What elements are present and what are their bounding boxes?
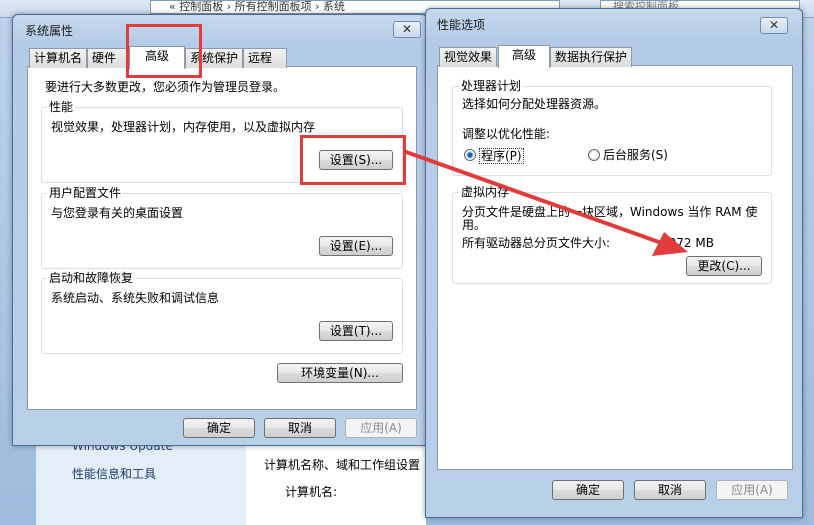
- startup-recovery-group-label: 启动和故障恢复: [47, 271, 136, 285]
- system-properties-ok-button[interactable]: 确定: [183, 418, 255, 438]
- tab-advanced-perf[interactable]: 高级: [498, 45, 550, 68]
- performance-options-cancel-button[interactable]: 取消: [634, 480, 706, 500]
- user-profiles-group-label: 用户配置文件: [47, 186, 124, 200]
- performance-options-ok-button[interactable]: 确定: [552, 480, 624, 500]
- startup-recovery-settings-button[interactable]: 设置(T)...: [319, 321, 393, 341]
- system-properties-cancel-button[interactable]: 取消: [264, 418, 336, 438]
- tab-remote[interactable]: 远程: [243, 48, 287, 68]
- startup-recovery-group: [41, 278, 403, 354]
- virtual-memory-label: 虚拟内存: [459, 185, 512, 199]
- tab-visual-effects[interactable]: 视觉效果: [439, 47, 497, 67]
- system-properties-apply-button[interactable]: 应用(A): [345, 418, 417, 438]
- processor-scheduling-desc: 选择如何分配处理器资源。: [462, 97, 607, 111]
- annotation-box-settings-button: [300, 135, 406, 185]
- virtual-memory-desc-2: 用。: [462, 218, 487, 232]
- system-properties-title: 系统属性: [25, 24, 74, 38]
- user-profiles-settings-button[interactable]: 设置(E)...: [319, 236, 393, 256]
- explorer-computer-settings-heading: 计算机名称、域和工作组设置: [264, 458, 421, 472]
- tab-computer-name[interactable]: 计算机名: [29, 48, 87, 68]
- user-profiles-desc: 与您登录有关的桌面设置: [51, 206, 184, 220]
- close-icon: ✕: [401, 22, 413, 36]
- radio-background-services[interactable]: [588, 149, 600, 161]
- performance-desc: 视觉效果，处理器计划，内存使用，以及虚拟内存: [51, 120, 316, 134]
- tab-advanced[interactable]: 高级: [129, 46, 185, 69]
- radio-programs-label[interactable]: 程序(P): [479, 148, 524, 164]
- explorer-link-performance-tools[interactable]: 性能信息和工具: [72, 467, 156, 481]
- virtual-memory-change-button[interactable]: 更改(C)...: [686, 256, 762, 276]
- virtual-memory-desc-1: 分页文件是硬盘上的一块区域，Windows 当作 RAM 使: [462, 205, 758, 219]
- performance-group-label: 性能: [47, 100, 76, 114]
- processor-scheduling-label: 处理器计划: [459, 79, 524, 93]
- startup-recovery-desc: 系统启动、系统失败和调试信息: [51, 291, 220, 305]
- close-icon: ✕: [768, 18, 780, 32]
- tab-hardware[interactable]: 硬件: [87, 48, 127, 68]
- performance-options-close-button[interactable]: ✕: [760, 17, 788, 34]
- adjust-for-label: 调整以优化性能:: [462, 127, 551, 141]
- performance-options-window: 性能选项 ✕ 视觉效果 高级 数据执行保护 处理器计划 选择如何分配处理器资源。…: [425, 8, 803, 518]
- explorer-right-pane: [246, 440, 426, 525]
- admin-note: 要进行大多数更改，您必须作为管理员登录。: [45, 80, 286, 94]
- paging-total-label: 所有驱动器总分页文件大小:: [462, 236, 611, 250]
- user-profiles-group: [41, 193, 403, 269]
- system-properties-close-button[interactable]: ✕: [393, 21, 421, 38]
- tab-data-execution-prevention[interactable]: 数据执行保护: [550, 47, 632, 67]
- paging-total-value: 3072 MB: [661, 236, 714, 250]
- environment-variables-button[interactable]: 环境变量(N)...: [277, 363, 403, 383]
- explorer-computer-name-label: 计算机名:: [285, 485, 338, 499]
- performance-options-title: 性能选项: [437, 18, 486, 32]
- radio-background-services-label[interactable]: 后台服务(S): [603, 148, 668, 162]
- radio-programs[interactable]: [464, 149, 476, 161]
- system-properties-window: 系统属性 ✕ 计算机名 硬件 高级 系统保护 远程 要进行大多数更改，您必须作为…: [12, 14, 428, 446]
- performance-options-apply-button[interactable]: 应用(A): [716, 480, 788, 500]
